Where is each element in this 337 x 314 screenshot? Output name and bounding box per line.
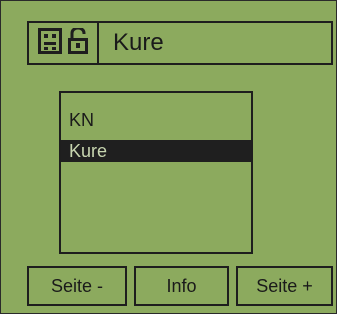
list-item-kure-selected[interactable]: Kure: [61, 140, 251, 162]
device-icon: [38, 27, 62, 59]
unlock-icon: [68, 26, 88, 59]
list-item-kn[interactable]: KN: [61, 109, 251, 131]
lcd-screen: Kure KN Kure Seite - Info Seite +: [0, 0, 337, 314]
selection-list[interactable]: KN Kure: [59, 91, 253, 254]
screen-title: Kure: [113, 29, 164, 56]
page-prev-button[interactable]: Seite -: [27, 266, 127, 306]
page-next-button[interactable]: Seite +: [236, 266, 333, 306]
info-button[interactable]: Info: [134, 266, 229, 306]
title-bar: Kure: [27, 21, 333, 65]
status-icons: [29, 23, 99, 63]
